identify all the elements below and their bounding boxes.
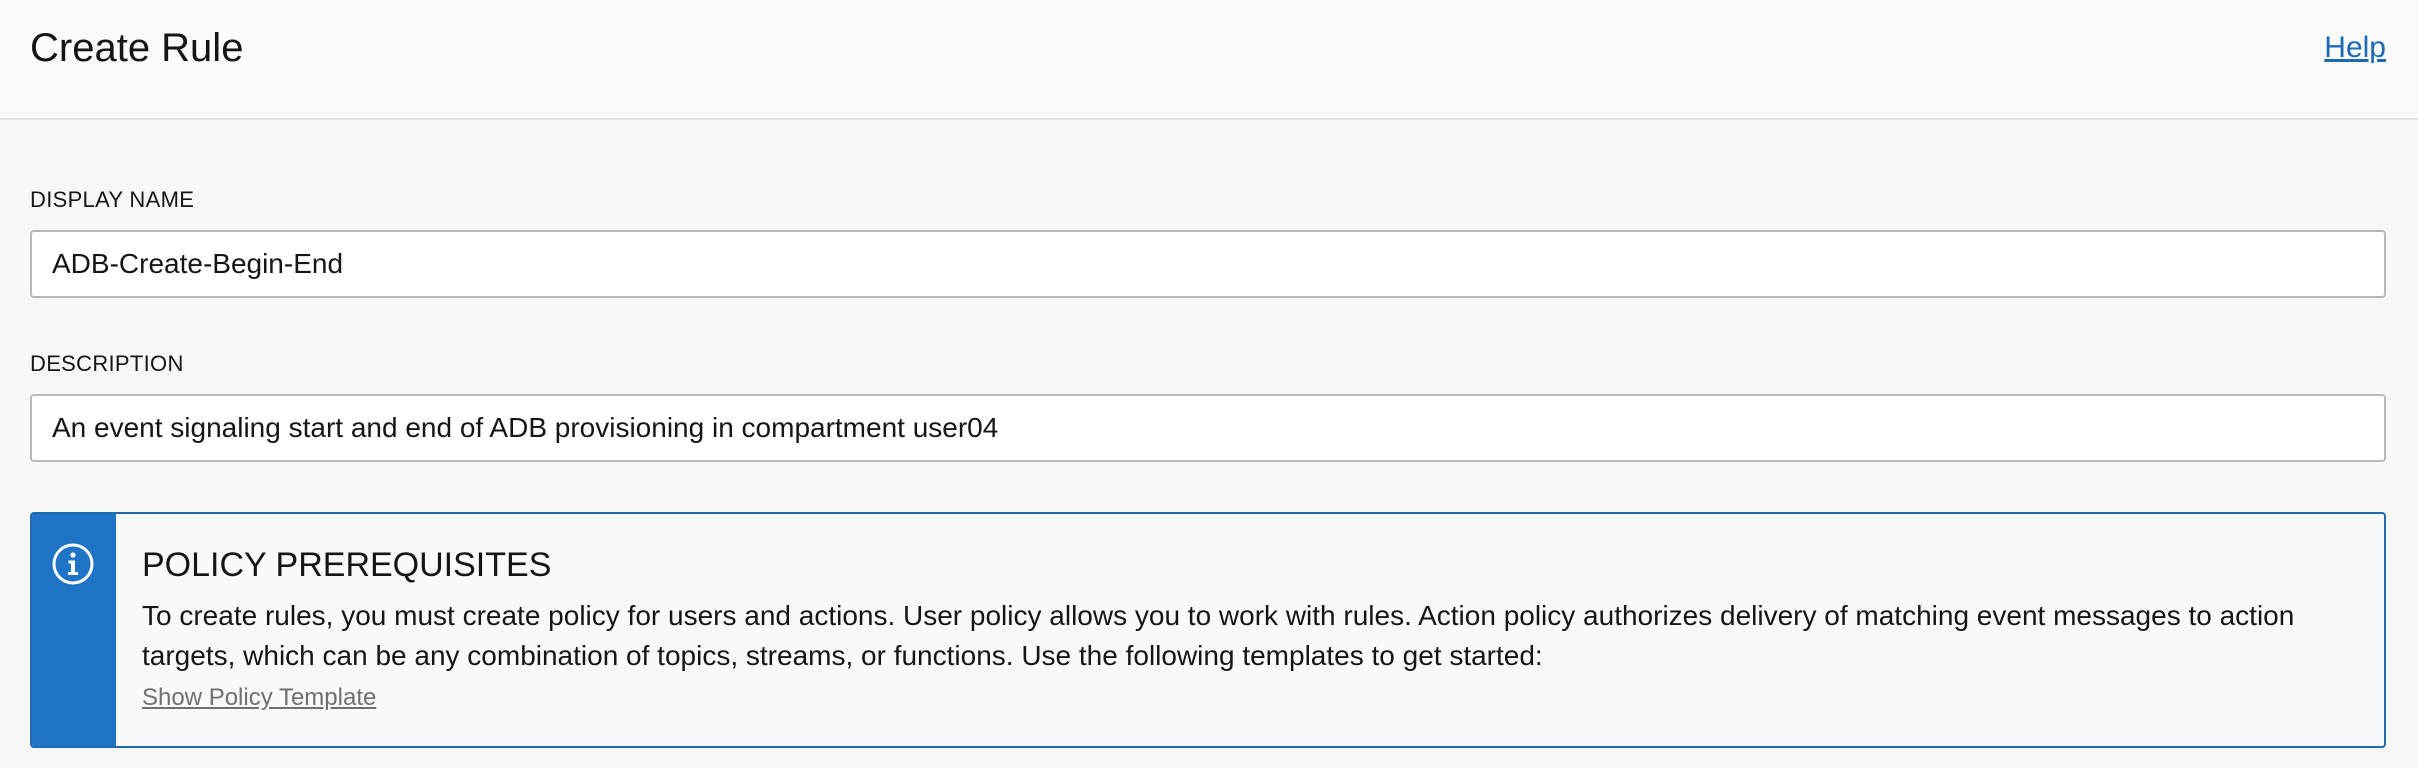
notice-title: POLICY PREREQUISITES [142,546,552,584]
display-name-input[interactable] [30,230,2386,298]
page-header: Create Rule Help [0,0,2418,120]
display-name-label: DISPLAY NAME [30,187,195,212]
help-link[interactable]: Help [2324,28,2386,68]
description-input[interactable] [30,394,2386,462]
notice-body: To create rules, you must create policy … [142,600,2295,671]
page-title: Create Rule [30,26,244,70]
policy-prerequisites-notice: POLICY PREREQUISITES To create rules, yo… [30,512,2386,748]
show-policy-template-link[interactable]: Show Policy Template [142,682,376,714]
info-circle-icon [52,543,94,585]
info-accent-stripe [32,514,116,746]
description-label: DESCRIPTION [30,351,184,376]
